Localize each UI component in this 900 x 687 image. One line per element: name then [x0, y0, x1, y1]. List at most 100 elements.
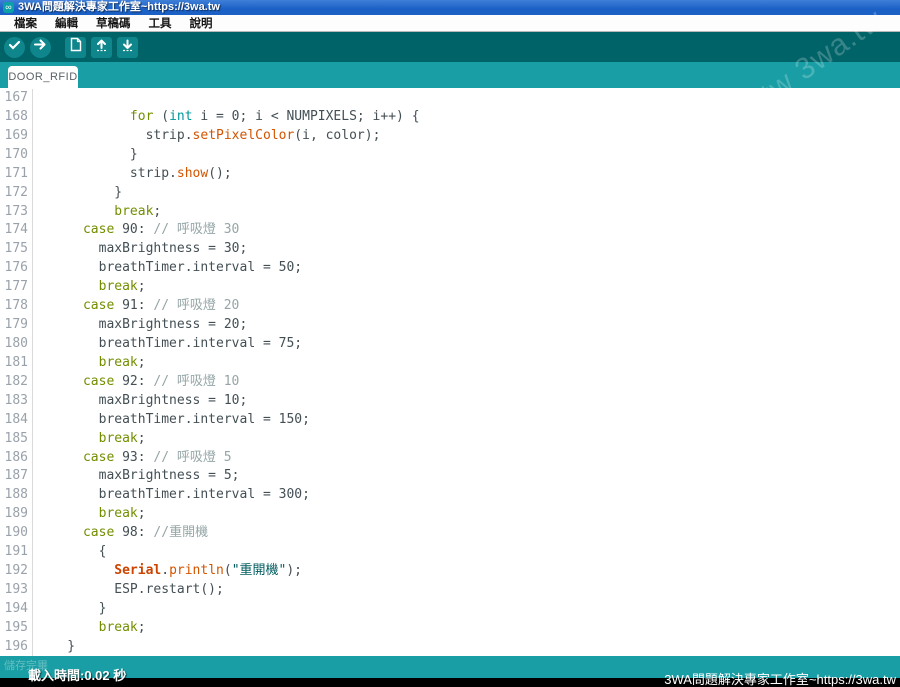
line-number: 170 [0, 146, 33, 165]
code-text: break; [33, 278, 146, 297]
code-line[interactable]: 184 breathTimer.interval = 150; [0, 411, 900, 430]
code-line[interactable]: 178 case 91: // 呼吸燈 20 [0, 297, 900, 316]
code-text: breathTimer.interval = 50; [33, 259, 302, 278]
code-line[interactable]: 187 maxBrightness = 5; [0, 467, 900, 486]
line-number: 173 [0, 203, 33, 222]
code-line[interactable]: 169 strip.setPixelColor(i, color); [0, 127, 900, 146]
code-line[interactable]: 180 breathTimer.interval = 75; [0, 335, 900, 354]
open-sketch-button[interactable] [91, 37, 112, 58]
code-text: breathTimer.interval = 150; [33, 411, 310, 430]
code-line[interactable]: 189 break; [0, 505, 900, 524]
code-line[interactable]: 173 break; [0, 203, 900, 222]
status-load-time: 載入時間:0.02 秒 [28, 665, 126, 684]
line-number: 191 [0, 543, 33, 562]
new-sketch-button[interactable] [65, 37, 86, 58]
code-line[interactable]: 175 maxBrightness = 30; [0, 240, 900, 259]
menu-bar: 檔案編輯草稿碼工具說明 [0, 15, 900, 32]
line-number: 176 [0, 259, 33, 278]
line-number: 175 [0, 240, 33, 259]
code-text: ESP.restart(); [33, 581, 224, 600]
code-text: breathTimer.interval = 75; [33, 335, 302, 354]
code-line[interactable]: 171 strip.show(); [0, 165, 900, 184]
code-text: break; [33, 354, 146, 373]
line-number: 177 [0, 278, 33, 297]
code-text: strip.show(); [33, 165, 232, 184]
code-line[interactable]: 196 } [0, 638, 900, 656]
code-line[interactable]: 188 breathTimer.interval = 300; [0, 486, 900, 505]
code-text: case 92: // 呼吸燈 10 [33, 373, 239, 392]
code-line[interactable]: 172 } [0, 184, 900, 203]
line-number: 174 [0, 221, 33, 240]
menu-item-file[interactable]: 檔案 [5, 15, 46, 31]
menu-item-tools[interactable]: 工具 [140, 15, 181, 31]
code-text: } [33, 600, 106, 619]
line-number: 179 [0, 316, 33, 335]
code-line[interactable]: 194 } [0, 600, 900, 619]
code-text: breathTimer.interval = 300; [33, 486, 310, 505]
code-text: for (int i = 0; i < NUMPIXELS; i++) { [33, 108, 420, 127]
title-bar: ∞ 3WA問題解決專家工作室~https://3wa.tw [0, 0, 900, 15]
code-text [33, 89, 36, 108]
toolbar [0, 32, 900, 62]
line-number: 181 [0, 354, 33, 373]
menu-item-sketch[interactable]: 草稿碼 [87, 15, 140, 31]
code-line[interactable]: 176 breathTimer.interval = 50; [0, 259, 900, 278]
tab-label: DOOR_RFID [8, 71, 77, 83]
line-number: 194 [0, 600, 33, 619]
check-icon [7, 37, 22, 57]
arduino-ide-window: ∞ 3WA問題解決專家工作室~https://3wa.tw 檔案編輯草稿碼工具說… [0, 0, 900, 687]
code-line[interactable]: 191 { [0, 543, 900, 562]
line-number: 187 [0, 467, 33, 486]
arrow-down-icon [120, 37, 135, 57]
line-number: 172 [0, 184, 33, 203]
code-line[interactable]: 186 case 93: // 呼吸燈 5 [0, 449, 900, 468]
code-line[interactable]: 179 maxBrightness = 20; [0, 316, 900, 335]
upload-button[interactable] [30, 37, 51, 58]
code-line[interactable]: 193 ESP.restart(); [0, 581, 900, 600]
arrow-up-icon [94, 37, 109, 57]
line-number: 186 [0, 449, 33, 468]
code-text: break; [33, 505, 146, 524]
code-line[interactable]: 195 break; [0, 619, 900, 638]
arrow-right-icon [33, 37, 48, 57]
line-number: 184 [0, 411, 33, 430]
code-line[interactable]: 192 Serial.println("重開機"); [0, 562, 900, 581]
code-line[interactable]: 182 case 92: // 呼吸燈 10 [0, 373, 900, 392]
code-text: } [33, 184, 122, 203]
code-text: case 91: // 呼吸燈 20 [33, 297, 239, 316]
verify-button[interactable] [4, 37, 25, 58]
code-text: maxBrightness = 20; [33, 316, 247, 335]
window-title: 3WA問題解決專家工作室~https://3wa.tw [18, 0, 220, 15]
line-number: 196 [0, 638, 33, 656]
code-text: case 90: // 呼吸燈 30 [33, 221, 239, 240]
footer-watermark-text: 3WA問題解決專家工作室~https://3wa.tw [664, 672, 896, 687]
code-text: } [33, 638, 75, 656]
line-number: 190 [0, 524, 33, 543]
code-text: break; [33, 203, 161, 222]
code-line[interactable]: 167 [0, 89, 900, 108]
code-line[interactable]: 185 break; [0, 430, 900, 449]
line-number: 192 [0, 562, 33, 581]
code-text: { [33, 543, 106, 562]
code-text: break; [33, 619, 146, 638]
menu-item-help[interactable]: 說明 [181, 15, 222, 31]
menu-item-edit[interactable]: 編輯 [46, 15, 87, 31]
code-line[interactable]: 170 } [0, 146, 900, 165]
tab-door-rfid[interactable]: DOOR_RFID [8, 66, 78, 88]
code-text: maxBrightness = 10; [33, 392, 247, 411]
code-editor[interactable]: 167168 for (int i = 0; i < NUMPIXELS; i+… [0, 88, 900, 656]
code-line[interactable]: 183 maxBrightness = 10; [0, 392, 900, 411]
code-line[interactable]: 174 case 90: // 呼吸燈 30 [0, 221, 900, 240]
save-sketch-button[interactable] [117, 37, 138, 58]
new-document-icon [68, 37, 83, 57]
code-line[interactable]: 190 case 98: //重開機 [0, 524, 900, 543]
code-line[interactable]: 177 break; [0, 278, 900, 297]
line-number: 167 [0, 89, 33, 108]
code-line[interactable]: 181 break; [0, 354, 900, 373]
code-text: case 98: //重開機 [33, 524, 208, 543]
line-number: 180 [0, 335, 33, 354]
line-number: 182 [0, 373, 33, 392]
line-number: 193 [0, 581, 33, 600]
code-text: case 93: // 呼吸燈 5 [33, 449, 232, 468]
code-line[interactable]: 168 for (int i = 0; i < NUMPIXELS; i++) … [0, 108, 900, 127]
